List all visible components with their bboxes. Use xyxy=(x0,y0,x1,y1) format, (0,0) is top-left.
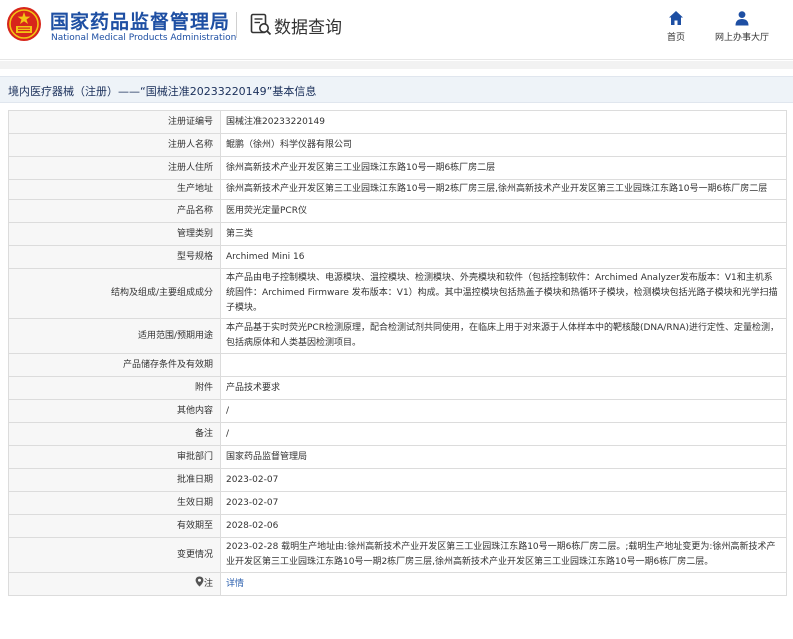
table-row: 审批部门 国家药品监督管理局 xyxy=(8,445,787,469)
table-row: 注册人住所 徐州高新技术产业开发区第三工业园珠江东路10号一期6栋厂房二层 xyxy=(8,156,787,180)
row-key: 生效日期 xyxy=(8,491,221,515)
row-key: 注册人住所 xyxy=(8,156,221,180)
row-value: 医用荧光定量PCR仪 xyxy=(220,199,787,223)
row-key: 有效期至 xyxy=(8,514,221,538)
table-row: 其他内容 / xyxy=(8,399,787,423)
row-key: 产品名称 xyxy=(8,199,221,223)
table-row: 管理类别 第三类 xyxy=(8,222,787,246)
site-header: 国家药品监督管理局 National Medical Products Admi… xyxy=(0,0,793,60)
row-value: 国械注准20233220149 xyxy=(220,110,787,134)
nav-home-label: 首页 xyxy=(666,33,685,43)
notice-key-cell: 注 xyxy=(8,572,221,596)
row-value: 鲲鹏（徐州）科学仪器有限公司 xyxy=(220,133,787,157)
row-key: 其他内容 xyxy=(8,399,221,423)
row-key: 生产地址 xyxy=(8,179,221,200)
section-title: 数据查询 xyxy=(274,18,342,38)
breadcrumb: 境内医疗器械（注册）——“国械注准20233220149”基本信息 xyxy=(0,76,793,103)
table-row: 有效期至 2028-02-06 xyxy=(8,514,787,538)
row-key: 型号规格 xyxy=(8,245,221,269)
row-key: 注册人名称 xyxy=(8,133,221,157)
nav-home[interactable]: 首页 xyxy=(660,10,692,43)
row-key: 批准日期 xyxy=(8,468,221,492)
home-icon xyxy=(669,11,683,25)
row-value: 国家药品监督管理局 xyxy=(220,445,787,469)
nav-online-office-label: 网上办事大厅 xyxy=(714,33,769,43)
data-query-icon xyxy=(250,13,272,36)
brand-subtitle[interactable]: National Medical Products Administration xyxy=(51,33,236,43)
row-key: 审批部门 xyxy=(8,445,221,469)
row-value: 第三类 xyxy=(220,222,787,246)
row-key: 管理类别 xyxy=(8,222,221,246)
row-value: 2028-02-06 xyxy=(220,514,787,538)
table-row: 注册证编号 国械注准20233220149 xyxy=(8,110,787,134)
notice-value-cell: 详情 xyxy=(220,572,787,596)
row-value xyxy=(220,353,787,377)
row-key: 附件 xyxy=(8,376,221,400)
header-divider xyxy=(236,12,237,38)
breadcrumb-text: 境内医疗器械（注册）——“国械注准20233220149”基本信息 xyxy=(8,85,317,98)
table-row: 适用范围/预期用途 本产品基于实时荧光PCR检测原理，配合检测试剂共同使用，在临… xyxy=(8,318,787,354)
brand-title[interactable]: 国家药品监督管理局 xyxy=(50,7,230,34)
row-value: 徐州高新技术产业开发区第三工业园珠江东路10号一期6栋厂房二层 xyxy=(220,156,787,180)
row-key: 产品储存条件及有效期 xyxy=(8,353,221,377)
row-value: Archimed Mini 16 xyxy=(220,245,787,269)
row-key: 注册证编号 xyxy=(8,110,221,134)
row-value: 2023-02-07 xyxy=(220,468,787,492)
details-link[interactable]: 详情 xyxy=(226,579,244,589)
row-value: 徐州高新技术产业开发区第三工业园珠江东路10号一期2栋厂房三层,徐州高新技术产业… xyxy=(220,179,787,200)
row-key: 变更情况 xyxy=(8,537,221,573)
header-gap xyxy=(0,61,793,69)
row-value: 2023-02-28 载明生产地址由:徐州高新技术产业开发区第三工业园珠江东路1… xyxy=(220,537,787,573)
table-row: 产品名称 医用荧光定量PCR仪 xyxy=(8,199,787,223)
row-value: / xyxy=(220,399,787,423)
table-row: 附件 产品技术要求 xyxy=(8,376,787,400)
row-value: 本产品基于实时荧光PCR检测原理，配合检测试剂共同使用，在临床上用于对来源于人体… xyxy=(220,318,787,354)
table-row: 型号规格 Archimed Mini 16 xyxy=(8,245,787,269)
row-value: / xyxy=(220,422,787,446)
table-row-notice: 注 详情 xyxy=(8,572,787,596)
row-value: 产品技术要求 xyxy=(220,376,787,400)
table-row: 注册人名称 鲲鹏（徐州）科学仪器有限公司 xyxy=(8,133,787,157)
national-emblem-icon[interactable] xyxy=(6,6,42,42)
row-key: 备注 xyxy=(8,422,221,446)
row-value: 本产品由电子控制模块、电源模块、温控模块、检测模块、外壳模块和软件（包括控制软件… xyxy=(220,268,787,319)
detail-table: 注册证编号 国械注准20233220149 注册人名称 鲲鹏（徐州）科学仪器有限… xyxy=(8,110,787,596)
row-value: 2023-02-07 xyxy=(220,491,787,515)
notice-key: 注 xyxy=(203,579,213,589)
row-key: 结构及组成/主要组成成分 xyxy=(8,268,221,319)
table-row: 生产地址 徐州高新技术产业开发区第三工业园珠江东路10号一期2栋厂房三层,徐州高… xyxy=(8,179,787,200)
row-key: 适用范围/预期用途 xyxy=(8,318,221,354)
table-row: 产品储存条件及有效期 xyxy=(8,353,787,377)
nav-online-office[interactable]: 网上办事大厅 xyxy=(712,10,772,43)
table-row: 变更情况 2023-02-28 载明生产地址由:徐州高新技术产业开发区第三工业园… xyxy=(8,537,787,573)
table-row: 备注 / xyxy=(8,422,787,446)
user-icon xyxy=(735,11,749,26)
table-row: 结构及组成/主要组成成分 本产品由电子控制模块、电源模块、温控模块、检测模块、外… xyxy=(8,268,787,319)
table-row: 批准日期 2023-02-07 xyxy=(8,468,787,492)
table-row: 生效日期 2023-02-07 xyxy=(8,491,787,515)
pin-icon xyxy=(195,576,204,587)
